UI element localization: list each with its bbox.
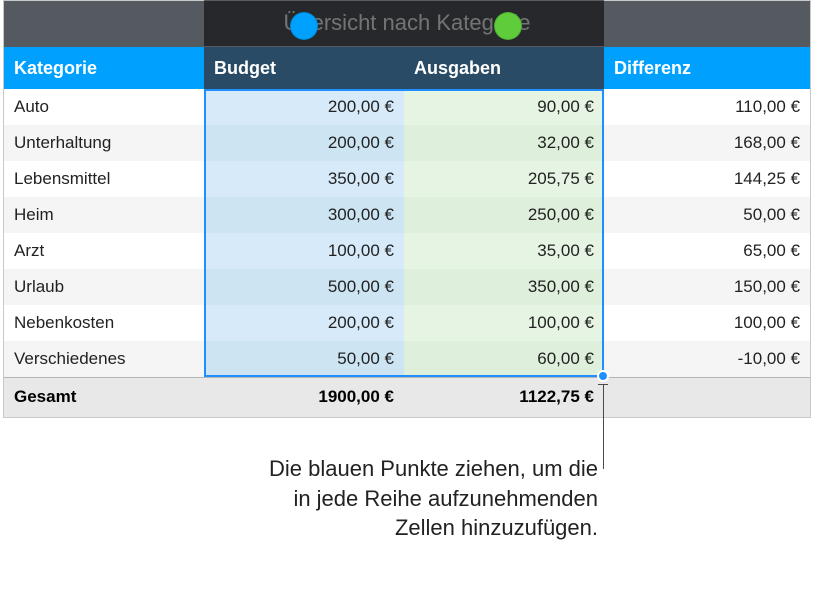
col-header-budget[interactable]: Budget — [204, 47, 404, 89]
col-header-expenses[interactable]: Ausgaben — [404, 47, 604, 89]
cell-expenses[interactable]: 100,00 € — [404, 305, 604, 341]
cell-diff[interactable]: 50,00 € — [604, 197, 810, 233]
cell-diff[interactable]: 110,00 € — [604, 89, 810, 125]
table-row[interactable]: Heim300,00 €250,00 €50,00 € — [4, 197, 810, 233]
cell-budget[interactable]: 50,00 € — [204, 341, 404, 377]
cell-budget[interactable]: 350,00 € — [204, 161, 404, 197]
cell-budget[interactable]: 100,00 € — [204, 233, 404, 269]
cell-category[interactable]: Verschiedenes — [4, 341, 204, 377]
cell-expenses[interactable]: 205,75 € — [404, 161, 604, 197]
cell-category[interactable]: Unterhaltung — [4, 125, 204, 161]
total-label: Gesamt — [4, 377, 204, 417]
total-diff — [604, 377, 810, 417]
cell-expenses[interactable]: 60,00 € — [404, 341, 604, 377]
callout-line-3: Zellen hinzuzufügen. — [180, 513, 598, 543]
cell-budget[interactable]: 500,00 € — [204, 269, 404, 305]
cell-expenses[interactable]: 350,00 € — [404, 269, 604, 305]
cell-budget[interactable]: 300,00 € — [204, 197, 404, 233]
table-title: Übersicht nach Kategorie — [4, 1, 810, 47]
callout-line-1: Die blauen Punkte ziehen, um die — [180, 454, 598, 484]
cell-budget[interactable]: 200,00 € — [204, 89, 404, 125]
cell-budget[interactable]: 200,00 € — [204, 305, 404, 341]
col-header-category[interactable]: Kategorie — [4, 47, 204, 89]
cell-expenses[interactable]: 250,00 € — [404, 197, 604, 233]
cell-diff[interactable]: 144,25 € — [604, 161, 810, 197]
cell-category[interactable]: Nebenkosten — [4, 305, 204, 341]
cell-diff[interactable]: 65,00 € — [604, 233, 810, 269]
callout-text: Die blauen Punkte ziehen, um die in jede… — [180, 454, 598, 543]
total-expenses: 1122,75 € — [404, 377, 604, 417]
table-row[interactable]: Urlaub500,00 €350,00 €150,00 € — [4, 269, 810, 305]
selection-handle[interactable] — [597, 370, 609, 382]
table-row[interactable]: Unterhaltung200,00 €32,00 €168,00 € — [4, 125, 810, 161]
cell-category[interactable]: Arzt — [4, 233, 204, 269]
cell-expenses[interactable]: 35,00 € — [404, 233, 604, 269]
table-row[interactable]: Lebensmittel350,00 €205,75 €144,25 € — [4, 161, 810, 197]
table-row[interactable]: Verschiedenes50,00 €60,00 €-10,00 € — [4, 341, 810, 377]
callout-leader-vertical — [603, 384, 604, 469]
col-header-diff[interactable]: Differenz — [604, 47, 810, 89]
cell-category[interactable]: Auto — [4, 89, 204, 125]
cell-category[interactable]: Urlaub — [4, 269, 204, 305]
cell-expenses[interactable]: 32,00 € — [404, 125, 604, 161]
callout-leader-horizontal — [598, 384, 608, 385]
cell-diff[interactable]: 168,00 € — [604, 125, 810, 161]
cell-diff[interactable]: -10,00 € — [604, 341, 810, 377]
cell-category[interactable]: Heim — [4, 197, 204, 233]
cell-diff[interactable]: 100,00 € — [604, 305, 810, 341]
cell-expenses[interactable]: 90,00 € — [404, 89, 604, 125]
chart-series-dot-expenses[interactable] — [494, 12, 522, 40]
chart-series-dot-budget[interactable] — [290, 12, 318, 40]
cell-category[interactable]: Lebensmittel — [4, 161, 204, 197]
table-row[interactable]: Auto200,00 €90,00 €110,00 € — [4, 89, 810, 125]
table-row[interactable]: Arzt100,00 €35,00 €65,00 € — [4, 233, 810, 269]
table-row[interactable]: Nebenkosten200,00 €100,00 €100,00 € — [4, 305, 810, 341]
callout-line-2: in jede Reihe aufzunehmenden — [180, 484, 598, 514]
budget-table: Übersicht nach Kategorie Kategorie Budge… — [3, 0, 811, 418]
total-budget: 1900,00 € — [204, 377, 404, 417]
table[interactable]: Übersicht nach Kategorie Kategorie Budge… — [4, 1, 810, 417]
cell-diff[interactable]: 150,00 € — [604, 269, 810, 305]
cell-budget[interactable]: 200,00 € — [204, 125, 404, 161]
